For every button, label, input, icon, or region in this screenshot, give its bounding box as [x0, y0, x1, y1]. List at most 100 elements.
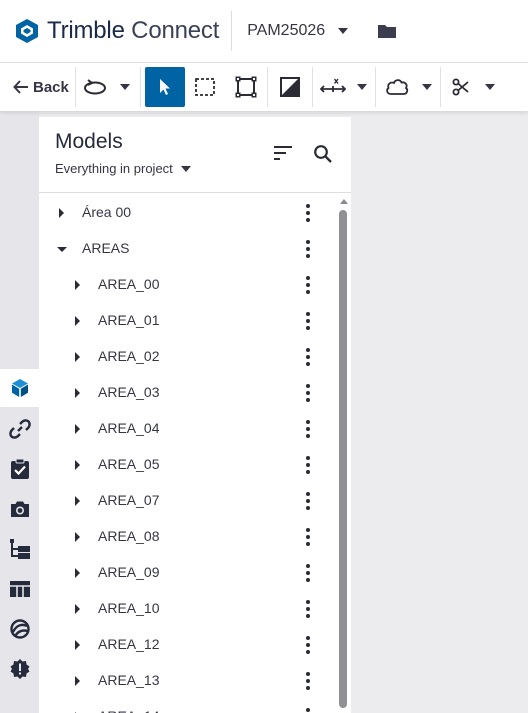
markup-dropdown-button[interactable]	[418, 63, 436, 111]
tree-row[interactable]: AREA_09	[39, 555, 337, 591]
more-options-icon[interactable]	[301, 204, 315, 222]
tree-row[interactable]: AREAS	[39, 231, 337, 267]
model-tree: Área 00 AREAS AREA_00 AREA_01 AREA_02 AREA_03…	[39, 194, 337, 713]
scroll-up-arrow-icon[interactable]	[340, 199, 348, 204]
more-options-icon[interactable]	[301, 564, 315, 582]
select-button[interactable]	[144, 67, 185, 107]
rail-item-issues[interactable]	[0, 650, 39, 688]
brand-name-strong: Trimble	[47, 17, 125, 44]
more-options-dot	[306, 571, 310, 575]
tree-row-label: AREA_13	[98, 672, 160, 688]
more-options-icon[interactable]	[301, 492, 315, 510]
alert-badge-icon	[10, 659, 29, 679]
orbit-dropdown-button[interactable]	[114, 63, 136, 111]
folder-icon[interactable]	[376, 20, 398, 42]
search-icon[interactable]	[313, 144, 333, 164]
tree-row[interactable]: AREA_14	[39, 699, 337, 713]
rail-item-organizer[interactable]	[0, 530, 39, 568]
tree-row[interactable]: AREA_05	[39, 447, 337, 483]
project-selector[interactable]: PAM25026	[247, 22, 349, 40]
caret-right-icon[interactable]	[75, 424, 80, 434]
more-options-dot	[306, 528, 310, 532]
rail-item-models[interactable]	[0, 369, 39, 407]
tree-row[interactable]: AREA_13	[39, 663, 337, 699]
back-button[interactable]: Back	[0, 63, 75, 111]
chevron-down-icon	[356, 84, 367, 90]
markup-cloud-button[interactable]	[376, 63, 418, 111]
table-icon	[9, 581, 30, 597]
orbit-icon	[83, 79, 106, 95]
more-options-icon[interactable]	[301, 240, 315, 258]
more-options-icon[interactable]	[301, 276, 315, 294]
more-options-icon[interactable]	[301, 600, 315, 618]
clip-dropdown-button[interactable]	[481, 63, 499, 111]
tree-row-label: AREA_03	[98, 384, 160, 400]
caret-right-icon[interactable]	[59, 208, 64, 218]
more-options-dot	[306, 391, 310, 395]
fit-to-view-button[interactable]	[225, 63, 267, 111]
tree-row[interactable]: AREA_03	[39, 375, 337, 411]
more-options-dot	[306, 434, 310, 438]
rail-item-links[interactable]	[0, 410, 39, 448]
more-options-icon[interactable]	[301, 528, 315, 546]
orbit-button[interactable]	[76, 63, 114, 111]
tree-row[interactable]: AREA_07	[39, 483, 337, 519]
tree-row-label: AREA_09	[98, 564, 160, 580]
cube-icon	[11, 379, 28, 397]
area-select-button[interactable]	[185, 63, 225, 111]
caret-right-icon[interactable]	[75, 676, 80, 686]
more-options-icon[interactable]	[301, 420, 315, 438]
tree-row[interactable]: AREA_10	[39, 591, 337, 627]
tree-scrollbar[interactable]	[337, 194, 351, 713]
models-panel: Models Everything in project Área 00 AREA…	[39, 117, 351, 713]
chevron-down-icon	[180, 165, 191, 172]
tree-row-label: AREA_05	[98, 456, 160, 472]
caret-right-icon[interactable]	[75, 316, 80, 326]
chevron-down-icon	[421, 84, 432, 90]
more-options-dot	[306, 542, 310, 546]
caret-right-icon[interactable]	[75, 460, 80, 470]
section-button[interactable]	[268, 63, 312, 111]
more-options-dot	[306, 290, 310, 294]
caret-right-icon[interactable]	[75, 604, 80, 614]
tree-row[interactable]: AREA_00	[39, 267, 337, 303]
more-options-icon[interactable]	[301, 312, 315, 330]
more-options-dot	[306, 643, 310, 647]
caret-down-icon[interactable]	[57, 247, 67, 252]
caret-right-icon[interactable]	[75, 532, 80, 542]
more-options-icon[interactable]	[301, 456, 315, 474]
sort-icon[interactable]	[273, 145, 293, 161]
scroll-thumb[interactable]	[339, 210, 347, 708]
trimble-connect-logo[interactable]: Trimble Connect	[14, 17, 219, 45]
more-options-dot	[306, 686, 310, 690]
tree-row[interactable]: AREA_08	[39, 519, 337, 555]
caret-right-icon[interactable]	[75, 568, 80, 578]
tree-row[interactable]: AREA_02	[39, 339, 337, 375]
rail-item-clash[interactable]	[0, 610, 39, 648]
more-options-icon[interactable]	[301, 384, 315, 402]
tree-row[interactable]: AREA_04	[39, 411, 337, 447]
clip-button[interactable]	[441, 63, 481, 111]
more-options-icon[interactable]	[301, 672, 315, 690]
more-options-dot	[306, 427, 310, 431]
measure-dropdown-button[interactable]	[353, 63, 371, 111]
measure-button[interactable]	[313, 63, 353, 111]
caret-right-icon[interactable]	[75, 352, 80, 362]
more-options-icon[interactable]	[301, 636, 315, 654]
more-options-icon[interactable]	[301, 348, 315, 366]
caret-right-icon[interactable]	[75, 280, 80, 290]
more-options-icon[interactable]	[301, 708, 315, 713]
rail-item-todos[interactable]	[0, 450, 39, 488]
tree-row[interactable]: AREA_01	[39, 303, 337, 339]
rail-item-views[interactable]	[0, 490, 39, 528]
tree-row[interactable]: Área 00	[39, 195, 337, 231]
more-options-dot	[306, 398, 310, 402]
scope-selector[interactable]: Everything in project	[55, 161, 191, 176]
more-options-dot	[306, 211, 310, 215]
tree-row[interactable]: AREA_12	[39, 627, 337, 663]
rail-item-table[interactable]	[0, 570, 39, 608]
more-options-dot	[306, 319, 310, 323]
caret-right-icon[interactable]	[75, 496, 80, 506]
caret-right-icon[interactable]	[75, 388, 80, 398]
caret-right-icon[interactable]	[75, 640, 80, 650]
